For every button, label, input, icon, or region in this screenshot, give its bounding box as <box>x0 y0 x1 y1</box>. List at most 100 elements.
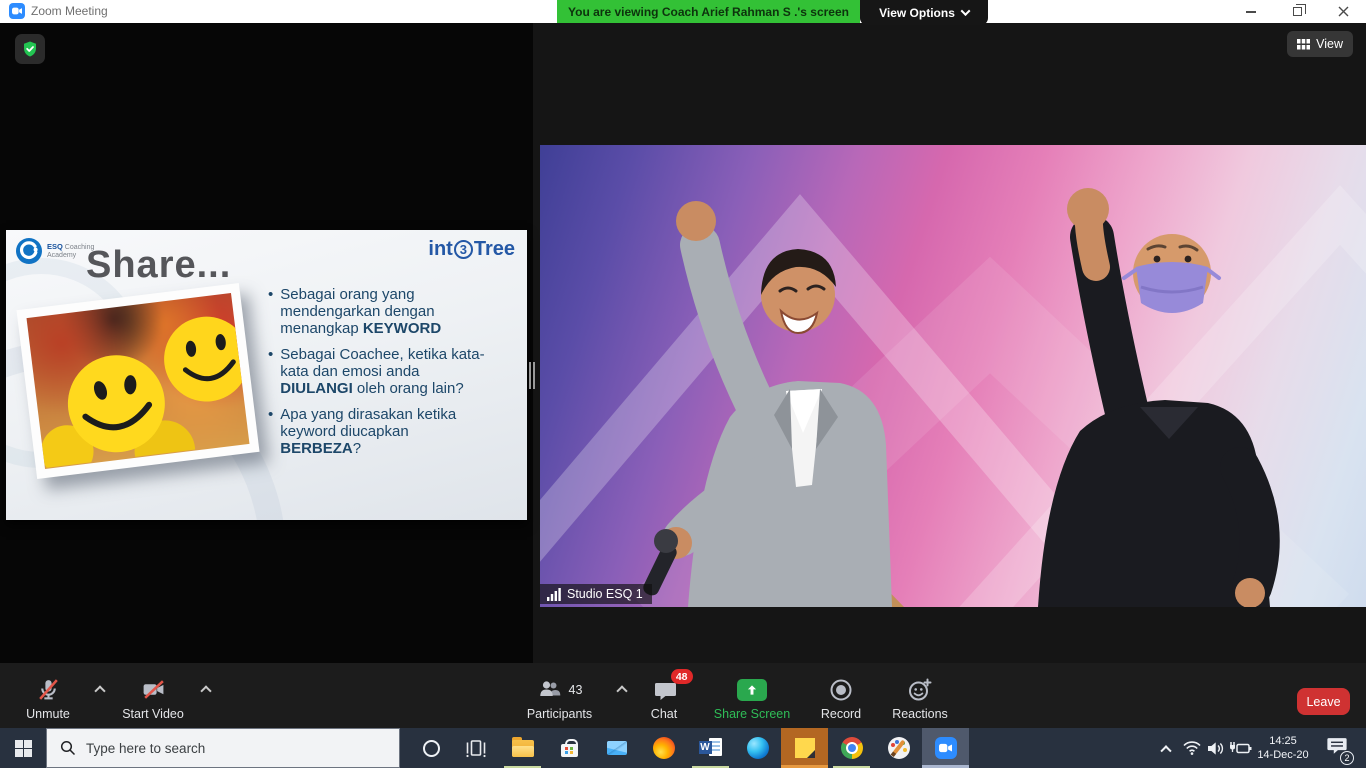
tray-show-hidden-icons[interactable] <box>1154 728 1178 768</box>
shield-check-icon <box>21 40 39 58</box>
signal-bars-icon <box>547 588 561 601</box>
task-view-icon <box>465 738 487 758</box>
tray-battery[interactable] <box>1226 728 1254 768</box>
intotree-logo: int 3 Tree <box>428 238 515 261</box>
bullet-text: Sebagai Coachee, ketika kata-kata dan em… <box>280 346 484 380</box>
chevron-down-icon <box>960 6 970 16</box>
speaker-icon <box>1207 741 1224 756</box>
reactions-button[interactable]: Reactions <box>882 676 958 721</box>
paint-icon <box>888 737 910 759</box>
esq-logo-bold: ESQ <box>47 242 63 251</box>
clock-date: 14-Dec-20 <box>1257 748 1308 762</box>
chat-unread-badge: 48 <box>671 669 693 684</box>
battery-plug-icon <box>1228 741 1252 755</box>
view-layout-button[interactable]: View <box>1287 31 1353 57</box>
intotree-pre: int <box>428 238 452 261</box>
bullet-text: ? <box>353 440 361 457</box>
cortana-icon <box>423 740 440 757</box>
unmute-button[interactable]: Unmute <box>8 676 88 721</box>
chevron-up-icon <box>1160 745 1171 756</box>
share-screen-button[interactable]: Share Screen <box>700 676 804 721</box>
close-button[interactable] <box>1320 0 1366 23</box>
tray-volume[interactable] <box>1203 728 1227 768</box>
notification-count-badge: 2 <box>1340 751 1354 765</box>
restore-icon <box>1293 7 1302 16</box>
start-video-button[interactable]: Start Video <box>110 676 196 721</box>
taskbar-sticky-notes[interactable] <box>781 728 828 768</box>
bullet-bold: BERBEZA <box>280 440 353 457</box>
cortana-button[interactable] <box>410 728 452 768</box>
tray-wifi[interactable] <box>1180 728 1204 768</box>
mail-icon <box>607 741 627 755</box>
action-center-button[interactable]: 2 <box>1320 728 1354 768</box>
taskbar-mail[interactable] <box>593 728 640 768</box>
restore-button[interactable] <box>1274 0 1320 23</box>
leave-button[interactable]: Leave <box>1297 688 1350 715</box>
meeting-area: View ESQ Coaching Academy int 3 Tree Sha… <box>0 23 1366 728</box>
edge-icon <box>747 737 769 759</box>
smiley-balls-image <box>27 293 250 468</box>
slide-bullet: • Apa yang dirasakan ketika keyword diuc… <box>268 407 490 458</box>
bullet-text: Apa yang dirasakan ketika keyword diucap… <box>280 406 456 440</box>
share-screen-label: Share Screen <box>714 707 790 721</box>
minimize-icon <box>1246 11 1256 13</box>
bullet-text: oleh orang lain? <box>353 380 464 397</box>
file-explorer-icon <box>512 740 534 757</box>
search-input[interactable] <box>86 741 356 756</box>
reactions-icon <box>907 677 933 703</box>
video-scene <box>540 145 1366 607</box>
taskbar-file-explorer[interactable] <box>499 728 546 768</box>
slide-bullet-list: • Sebagai orang yang mendengarkan dengan… <box>268 287 490 466</box>
task-view-button[interactable] <box>452 728 499 768</box>
slide-photo <box>16 283 259 479</box>
minimize-button[interactable] <box>1228 0 1274 23</box>
intotree-circle: 3 <box>454 240 473 259</box>
taskbar-firefox[interactable] <box>640 728 687 768</box>
taskbar-microsoft-store[interactable] <box>546 728 593 768</box>
windows-taskbar: W <box>0 728 1366 768</box>
view-button-label: View <box>1316 37 1343 51</box>
taskbar-clock[interactable]: 14:25 14-Dec-20 <box>1252 728 1314 768</box>
wifi-icon <box>1183 741 1201 755</box>
app-identity: Zoom Meeting <box>9 3 108 19</box>
esq-academy-logo: ESQ Coaching Academy <box>16 238 94 264</box>
slide-bullet: • Sebagai Coachee, ketika kata-kata dan … <box>268 347 490 398</box>
close-icon <box>1338 6 1349 17</box>
reactions-label: Reactions <box>892 707 948 721</box>
start-button[interactable] <box>0 728 46 768</box>
taskbar-edge[interactable] <box>734 728 781 768</box>
bullet-dot: • <box>268 407 273 458</box>
word-icon: W <box>699 737 723 759</box>
window-titlebar: Zoom Meeting You are viewing Coach Arief… <box>0 0 1366 23</box>
view-options-label: View Options <box>879 6 955 20</box>
slide-title: Share... <box>86 244 231 287</box>
record-icon <box>829 678 853 702</box>
participants-label: Participants <box>527 707 592 721</box>
action-center-icon: 2 <box>1326 736 1348 760</box>
taskbar-word[interactable]: W <box>687 728 734 768</box>
start-video-label: Start Video <box>122 707 184 721</box>
participants-button[interactable]: 43 Participants <box>512 676 607 721</box>
security-button[interactable] <box>15 34 45 64</box>
video-label-text: Studio ESQ 1 <box>567 587 643 601</box>
taskbar-search[interactable] <box>46 728 400 768</box>
firefox-icon <box>653 737 675 759</box>
record-label: Record <box>821 707 861 721</box>
taskbar-chrome[interactable] <box>828 728 875 768</box>
bullet-bold: DIULANGI <box>280 380 353 397</box>
slide-bullet: • Sebagai orang yang mendengarkan dengan… <box>268 287 490 338</box>
bullet-dot: • <box>268 347 273 398</box>
chat-label: Chat <box>651 707 677 721</box>
mic-muted-icon <box>36 677 61 702</box>
shared-screen-slide: ESQ Coaching Academy int 3 Tree Share... <box>6 230 527 520</box>
window-title: Zoom Meeting <box>31 4 108 18</box>
taskbar-zoom[interactable] <box>922 728 969 768</box>
chat-button[interactable]: 48 Chat <box>632 676 696 721</box>
taskbar-paint[interactable] <box>875 728 922 768</box>
panel-resize-handle[interactable] <box>529 362 535 389</box>
participants-icon <box>537 678 564 702</box>
zoom-app-icon <box>9 3 25 19</box>
store-icon <box>561 744 578 757</box>
record-button[interactable]: Record <box>810 676 872 721</box>
view-options-button[interactable]: View Options <box>860 0 988 25</box>
